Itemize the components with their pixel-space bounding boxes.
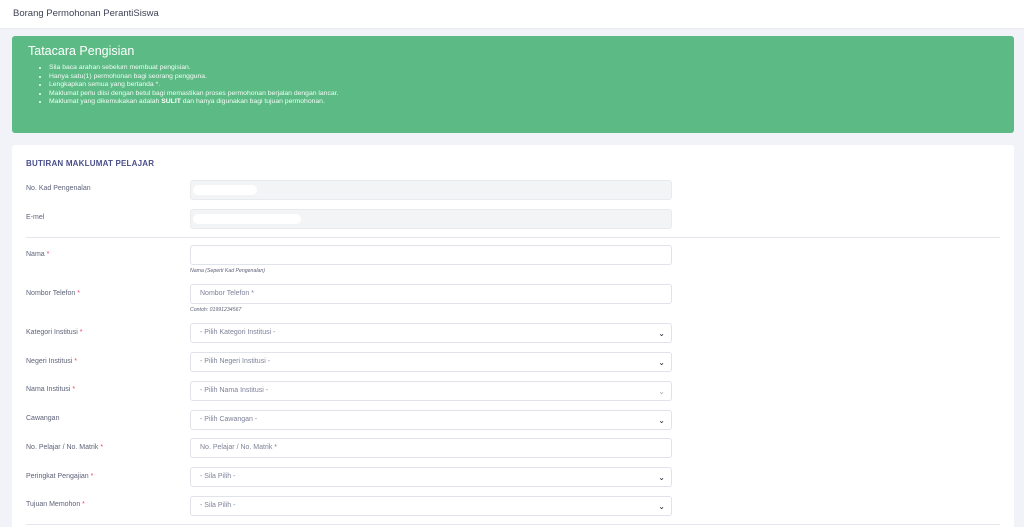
- chevron-down-icon: ⌄: [658, 358, 665, 367]
- id-number-field: [190, 180, 672, 200]
- branch-select[interactable]: - Pilih Cawangan - ⌄: [190, 410, 672, 430]
- instruction-item: Maklumat perlu diisi dengan betul bagi m…: [49, 90, 338, 99]
- institution-state-label: Negeri Institusi *: [26, 358, 77, 365]
- name-label: Nama *: [26, 251, 50, 258]
- instruction-item: Maklumat yang dikemukakan adalah SULIT d…: [49, 98, 338, 107]
- institution-category-select[interactable]: - Pilih Kategori Institusi - ⌄: [190, 323, 672, 343]
- email-label: E-mel: [26, 214, 45, 221]
- institution-state-select[interactable]: - Pilih Negeri Institusi - ⌄: [190, 352, 672, 372]
- study-level-label: Peringkat Pengajian *: [26, 473, 94, 480]
- section-title: BUTIRAN MAKLUMAT PELAJAR: [26, 159, 155, 168]
- name-input[interactable]: [190, 245, 672, 265]
- study-level-select[interactable]: - Sila Pilih - ⌄: [190, 467, 672, 487]
- divider: [26, 524, 1000, 525]
- email-field: [190, 209, 672, 229]
- student-no-label: No. Pelajar / No. Matrik *: [26, 444, 104, 451]
- phone-label: Nombor Telefon *: [26, 290, 80, 297]
- institution-category-label: Kategori Institusi *: [26, 329, 83, 336]
- branch-label: Cawangan: [26, 415, 60, 422]
- divider: [26, 237, 1000, 238]
- instructions-title: Tatacara Pengisian: [28, 44, 135, 58]
- page-title: Borang Permohonan PerantiSiswa: [13, 8, 159, 19]
- redacted-value: [193, 185, 257, 195]
- confidential-text: SULIT: [161, 98, 181, 105]
- chevron-down-icon: ⌄: [658, 329, 665, 338]
- instruction-item: Sila baca arahan sebelum membuat pengisi…: [49, 64, 338, 73]
- chevron-down-icon: ⌄: [658, 473, 665, 482]
- chevron-down-icon: ⌄: [658, 416, 665, 425]
- id-number-label: No. Kad Pengenalan: [26, 185, 91, 192]
- phone-input[interactable]: Nombor Telefon *: [190, 284, 672, 304]
- chevron-down-icon: ⌄: [658, 387, 665, 396]
- top-bar: Borang Permohonan PerantiSiswa: [0, 0, 1024, 28]
- chevron-down-icon: ⌄: [658, 502, 665, 511]
- purpose-label: Tujuan Memohon *: [26, 501, 85, 508]
- instructions-list: Sila baca arahan sebelum membuat pengisi…: [49, 64, 338, 107]
- student-no-input[interactable]: No. Pelajar / No. Matrik *: [190, 438, 672, 458]
- instructions-panel: Tatacara Pengisian Sila baca arahan sebe…: [12, 36, 1014, 133]
- institution-name-label: Nama Institusi *: [26, 386, 76, 393]
- instruction-item: Lengkapkan semua yang bertanda *.: [49, 81, 338, 90]
- student-details-card: BUTIRAN MAKLUMAT PELAJAR No. Kad Pengena…: [12, 145, 1014, 527]
- name-hint: Nama (Seperti Kad Pengenalan): [190, 268, 265, 274]
- phone-hint: Contoh: 01991234567: [190, 307, 242, 313]
- instruction-item: Hanya satu(1) permohonan bagi seorang pe…: [49, 73, 338, 82]
- redacted-value: [193, 214, 301, 224]
- institution-name-select[interactable]: - Pilih Nama Institusi - ⌄: [190, 381, 672, 401]
- purpose-select[interactable]: - Sila Pilih - ⌄: [190, 496, 672, 516]
